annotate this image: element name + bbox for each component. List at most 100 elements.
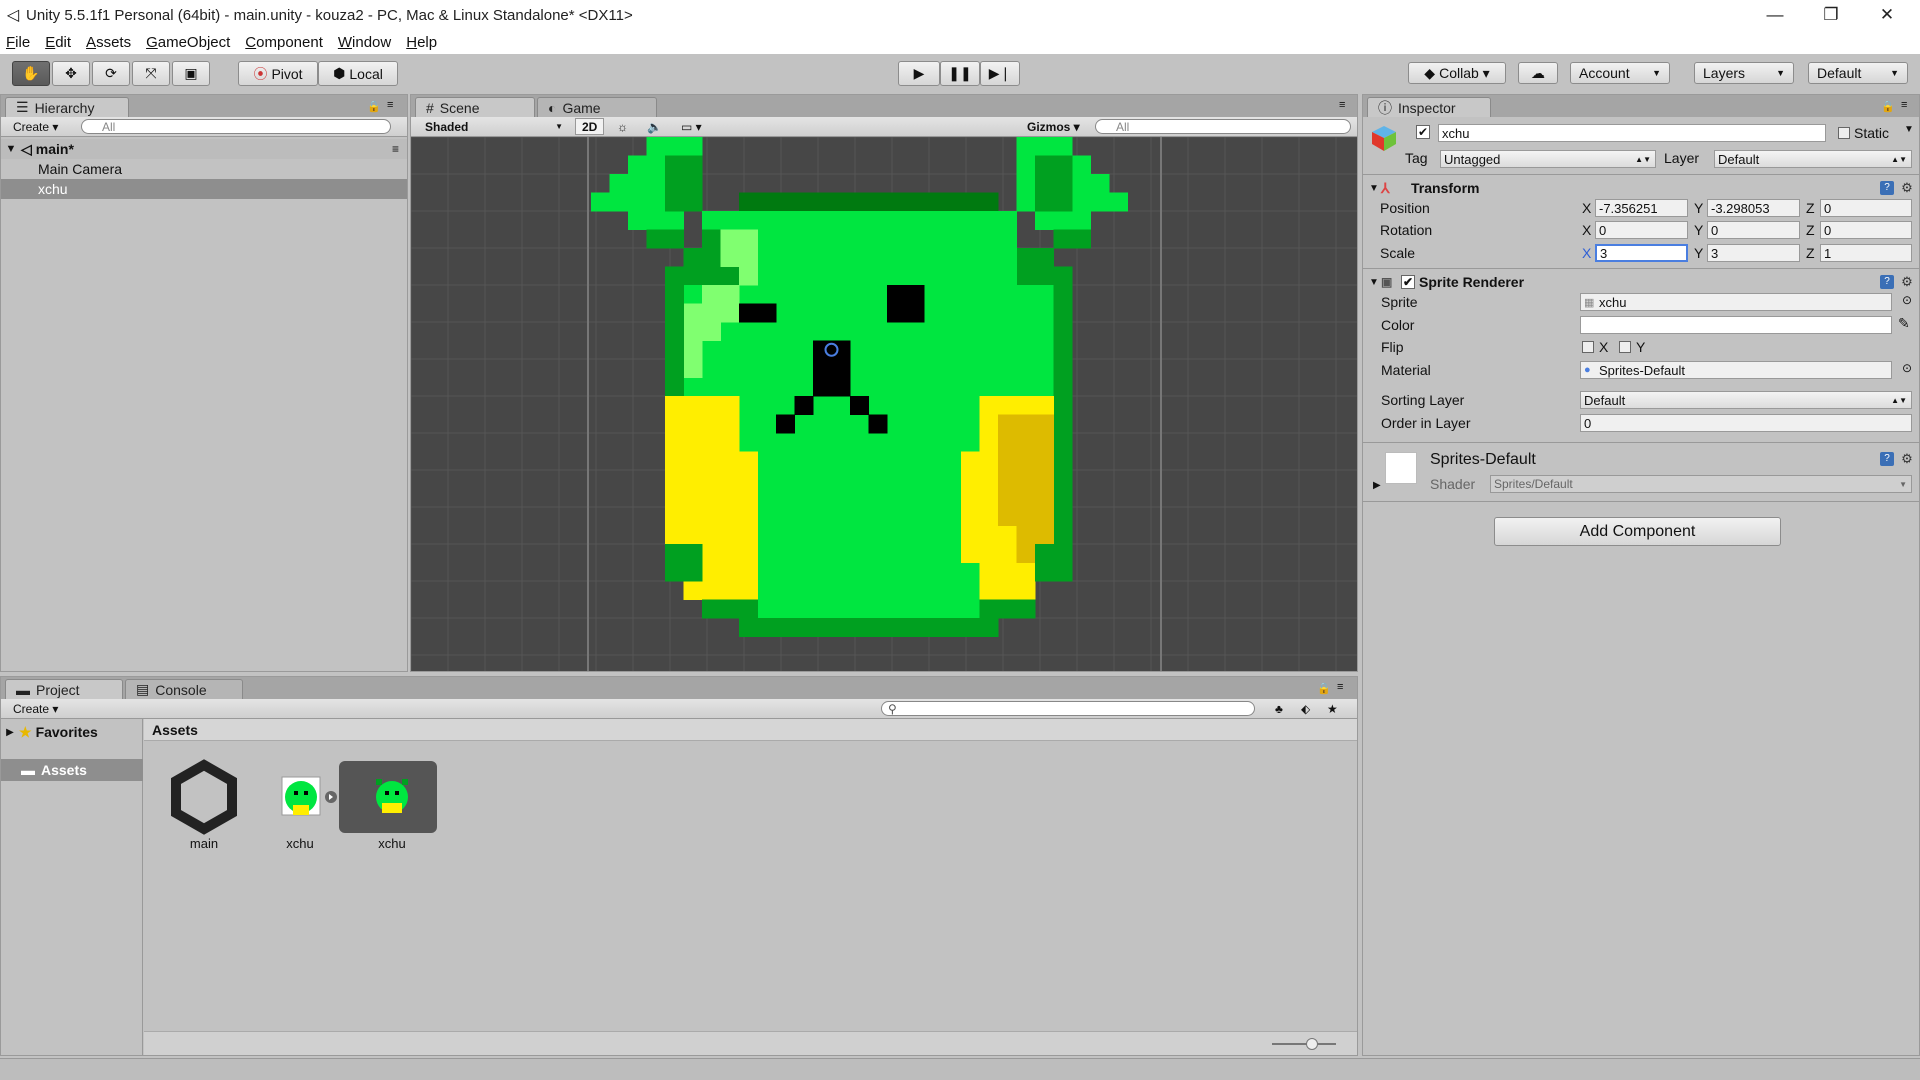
- help-book-icon[interactable]: ?: [1880, 452, 1894, 466]
- project-create-button[interactable]: Create ▾: [7, 700, 64, 717]
- tag-dropdown[interactable]: Untagged ▲▼: [1440, 150, 1656, 168]
- menu-assets[interactable]: Assets: [86, 34, 131, 51]
- eyedropper-icon[interactable]: ✎: [1898, 315, 1910, 332]
- breadcrumb-label[interactable]: Assets: [152, 722, 198, 738]
- step-button[interactable]: ▶❘: [980, 61, 1020, 86]
- tab-hierarchy[interactable]: ☰ Hierarchy: [5, 97, 129, 117]
- gizmos-dropdown[interactable]: Gizmos ▾: [1021, 118, 1086, 135]
- project-search-input[interactable]: ⚲: [881, 701, 1255, 716]
- layers-dropdown[interactable]: Layers ▼: [1694, 62, 1794, 84]
- asset-item[interactable]: xchu: [255, 759, 345, 851]
- hierarchy-search-input[interactable]: All: [81, 119, 391, 134]
- zoom-slider-handle[interactable]: [1306, 1038, 1318, 1050]
- rotation-z-field[interactable]: 0: [1820, 221, 1912, 239]
- order-in-layer-field[interactable]: 0: [1580, 414, 1912, 432]
- menu-window[interactable]: Window: [338, 34, 391, 51]
- help-book-icon[interactable]: ?: [1880, 181, 1894, 195]
- foldout-arrow-icon[interactable]: ▼: [1365, 183, 1381, 194]
- favorite-button[interactable]: ★: [1321, 700, 1344, 717]
- object-picker-icon[interactable]: ⊙: [1902, 293, 1912, 307]
- local-toggle-button[interactable]: ⬢ Local: [318, 61, 398, 86]
- position-z-field[interactable]: 0: [1820, 199, 1912, 217]
- cloud-button[interactable]: ☁: [1518, 62, 1558, 84]
- help-book-icon[interactable]: ?: [1880, 275, 1894, 289]
- scene-search-input[interactable]: All: [1095, 119, 1351, 134]
- menu-edit[interactable]: Edit: [45, 34, 71, 51]
- pivot-toggle-button[interactable]: ⦿ Pivot: [238, 61, 318, 86]
- gear-icon[interactable]: ⚙: [1900, 452, 1914, 466]
- flip-x-checkbox[interactable]: [1582, 341, 1594, 353]
- layout-dropdown[interactable]: Default ▼: [1808, 62, 1908, 84]
- tab-console[interactable]: ▤ Console: [125, 679, 243, 699]
- 2d-toggle-button[interactable]: 2D: [575, 118, 605, 135]
- pause-button[interactable]: ❚❚: [940, 61, 980, 86]
- static-checkbox[interactable]: [1838, 127, 1850, 139]
- minimize-button[interactable]: —: [1747, 0, 1803, 30]
- gear-icon[interactable]: ⚙: [1900, 181, 1914, 195]
- panel-menu-icon[interactable]: ≡: [1339, 99, 1345, 111]
- expand-arrow-icon[interactable]: ▼: [1, 143, 21, 155]
- collab-dropdown[interactable]: ◆ Collab ▾: [1408, 62, 1506, 84]
- filter-by-type-button[interactable]: ♣: [1269, 700, 1289, 717]
- scene-row[interactable]: ▼ ◁ main* ≡: [1, 139, 407, 159]
- position-x-field[interactable]: -7.356251: [1595, 199, 1688, 217]
- shading-dropdown[interactable]: Shaded ▼: [419, 118, 569, 135]
- hierarchy-create-button[interactable]: Create ▾: [7, 118, 64, 135]
- menu-file[interactable]: File: [6, 34, 30, 51]
- favorites-item[interactable]: ▶ ★ Favorites: [1, 721, 143, 743]
- add-component-button[interactable]: Add Component: [1494, 517, 1781, 546]
- object-picker-icon[interactable]: ⊙: [1902, 361, 1912, 375]
- active-checkbox[interactable]: ✔: [1416, 125, 1430, 139]
- sprite-field[interactable]: ▦ xchu: [1580, 293, 1892, 311]
- object-name-input[interactable]: xchu: [1438, 124, 1826, 142]
- scale-tool-button[interactable]: ⤧: [132, 61, 170, 86]
- foldout-arrow-icon[interactable]: ▶: [1373, 480, 1381, 491]
- lighting-toggle-button[interactable]: ☼: [611, 118, 634, 135]
- enabled-checkbox[interactable]: ✔: [1401, 275, 1415, 289]
- expand-arrow-icon[interactable]: ▶: [1, 727, 19, 738]
- scene-menu-icon[interactable]: ≡: [392, 142, 399, 156]
- rect-tool-button[interactable]: ▣: [172, 61, 210, 86]
- sorting-layer-dropdown[interactable]: Default ▲▼: [1580, 391, 1912, 409]
- menu-component[interactable]: Component: [245, 34, 323, 51]
- material-field[interactable]: ● Sprites-Default: [1580, 361, 1892, 379]
- asset-item[interactable]: main: [159, 759, 249, 851]
- filter-by-label-button[interactable]: ⬖: [1295, 700, 1316, 717]
- hand-tool-button[interactable]: ✋: [12, 61, 50, 86]
- panel-menu-icon[interactable]: ≡: [1901, 99, 1907, 111]
- effects-dropdown[interactable]: ▭ ▾: [675, 118, 708, 135]
- audio-toggle-button[interactable]: 🔈: [641, 118, 668, 135]
- layer-dropdown[interactable]: Default ▲▼: [1714, 150, 1912, 168]
- scale-y-field[interactable]: 3: [1707, 244, 1800, 262]
- tab-project[interactable]: ▬ Project: [5, 679, 123, 699]
- hierarchy-item-selected[interactable]: xchu: [1, 179, 407, 199]
- static-dropdown-arrow-icon[interactable]: ▼: [1904, 124, 1914, 135]
- menu-help[interactable]: Help: [406, 34, 437, 51]
- move-tool-button[interactable]: ✥: [52, 61, 90, 86]
- hierarchy-item[interactable]: Main Camera: [1, 159, 407, 179]
- flip-y-checkbox[interactable]: [1619, 341, 1631, 353]
- foldout-arrow-icon[interactable]: ▼: [1365, 277, 1381, 288]
- position-y-field[interactable]: -3.298053: [1707, 199, 1800, 217]
- lock-icon[interactable]: 🔒: [1317, 682, 1331, 695]
- lock-icon[interactable]: 🔒: [367, 100, 381, 113]
- sprite-renderer-header[interactable]: ▼ ▣ ✔ Sprite Renderer: [1365, 270, 1920, 294]
- lock-icon[interactable]: 🔒: [1881, 100, 1895, 113]
- panel-menu-icon[interactable]: ≡: [1337, 681, 1343, 693]
- close-button[interactable]: ✕: [1859, 0, 1915, 30]
- scale-z-field[interactable]: 1: [1820, 244, 1912, 262]
- menu-gameobject[interactable]: GameObject: [146, 34, 230, 51]
- assets-folder-item[interactable]: ▬ Assets: [1, 759, 143, 781]
- transform-header[interactable]: ▼ ⅄ Transform: [1365, 176, 1920, 200]
- rotation-x-field[interactable]: 0: [1595, 221, 1688, 239]
- color-swatch[interactable]: [1580, 316, 1892, 334]
- shader-dropdown[interactable]: Sprites/Default ▼: [1490, 475, 1912, 493]
- rotation-y-field[interactable]: 0: [1707, 221, 1800, 239]
- play-button[interactable]: ▶: [898, 61, 940, 86]
- rotate-tool-button[interactable]: ⟳: [92, 61, 130, 86]
- scale-x-field[interactable]: 3: [1595, 244, 1688, 262]
- panel-menu-icon[interactable]: ≡: [387, 99, 393, 111]
- account-dropdown[interactable]: Account ▼: [1570, 62, 1670, 84]
- tab-game[interactable]: ◐ Game: [537, 97, 657, 117]
- asset-item-selected[interactable]: xchu: [347, 759, 437, 851]
